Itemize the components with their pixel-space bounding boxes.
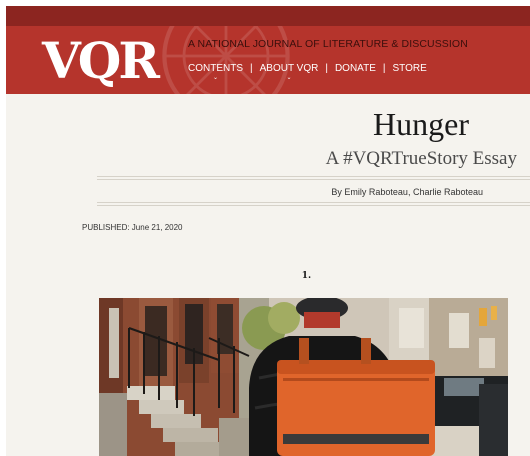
page: VQR A NATIONAL JOURNAL OF LITERATURE & D… (6, 6, 530, 456)
divider (97, 202, 530, 203)
article-byline: By Emily Raboteau, Charlie Raboteau (331, 187, 483, 197)
nav-item-label: CONTENTS (188, 63, 243, 74)
divider (97, 205, 530, 206)
nav-separator: | (382, 63, 386, 74)
nav-item-donate[interactable]: DONATE (335, 63, 376, 74)
chevron-down-icon: ⌄ (212, 75, 219, 81)
section-number: 1. (301, 271, 312, 281)
site-logo[interactable]: VQR (42, 36, 160, 86)
main-nav: CONTENTS ⌄ | ABOUT VQR ⌄ | DONATE | STOR… (188, 63, 427, 82)
divider (97, 179, 530, 180)
nav-separator: | (250, 63, 253, 74)
nav-item-label: STORE (392, 63, 427, 74)
site-header: VQR A NATIONAL JOURNAL OF LITERATURE & D… (6, 26, 530, 94)
nav-item-label: DONATE (334, 63, 376, 74)
nav-item-about[interactable]: ABOUT VQR ⌄ (260, 63, 319, 82)
chevron-down-icon: ⌄ (286, 75, 292, 81)
nav-item-contents[interactable]: CONTENTS ⌄ (188, 63, 243, 82)
divider (97, 176, 530, 177)
nav-item-store[interactable]: STORE (392, 63, 426, 74)
article-title: Hunger (373, 106, 469, 142)
nav-separator: | (325, 63, 328, 74)
article-photo (99, 298, 508, 456)
published-date: PUBLISHED: June 21, 2020 (82, 223, 183, 232)
top-strip (6, 6, 530, 26)
watermark-icon (162, 26, 290, 94)
article-subtitle: A #VQRTrueStory Essay (325, 148, 517, 169)
site-tagline: A NATIONAL JOURNAL OF LITERATURE & DISCU… (188, 38, 468, 50)
nav-item-label: ABOUT VQR (259, 63, 319, 74)
